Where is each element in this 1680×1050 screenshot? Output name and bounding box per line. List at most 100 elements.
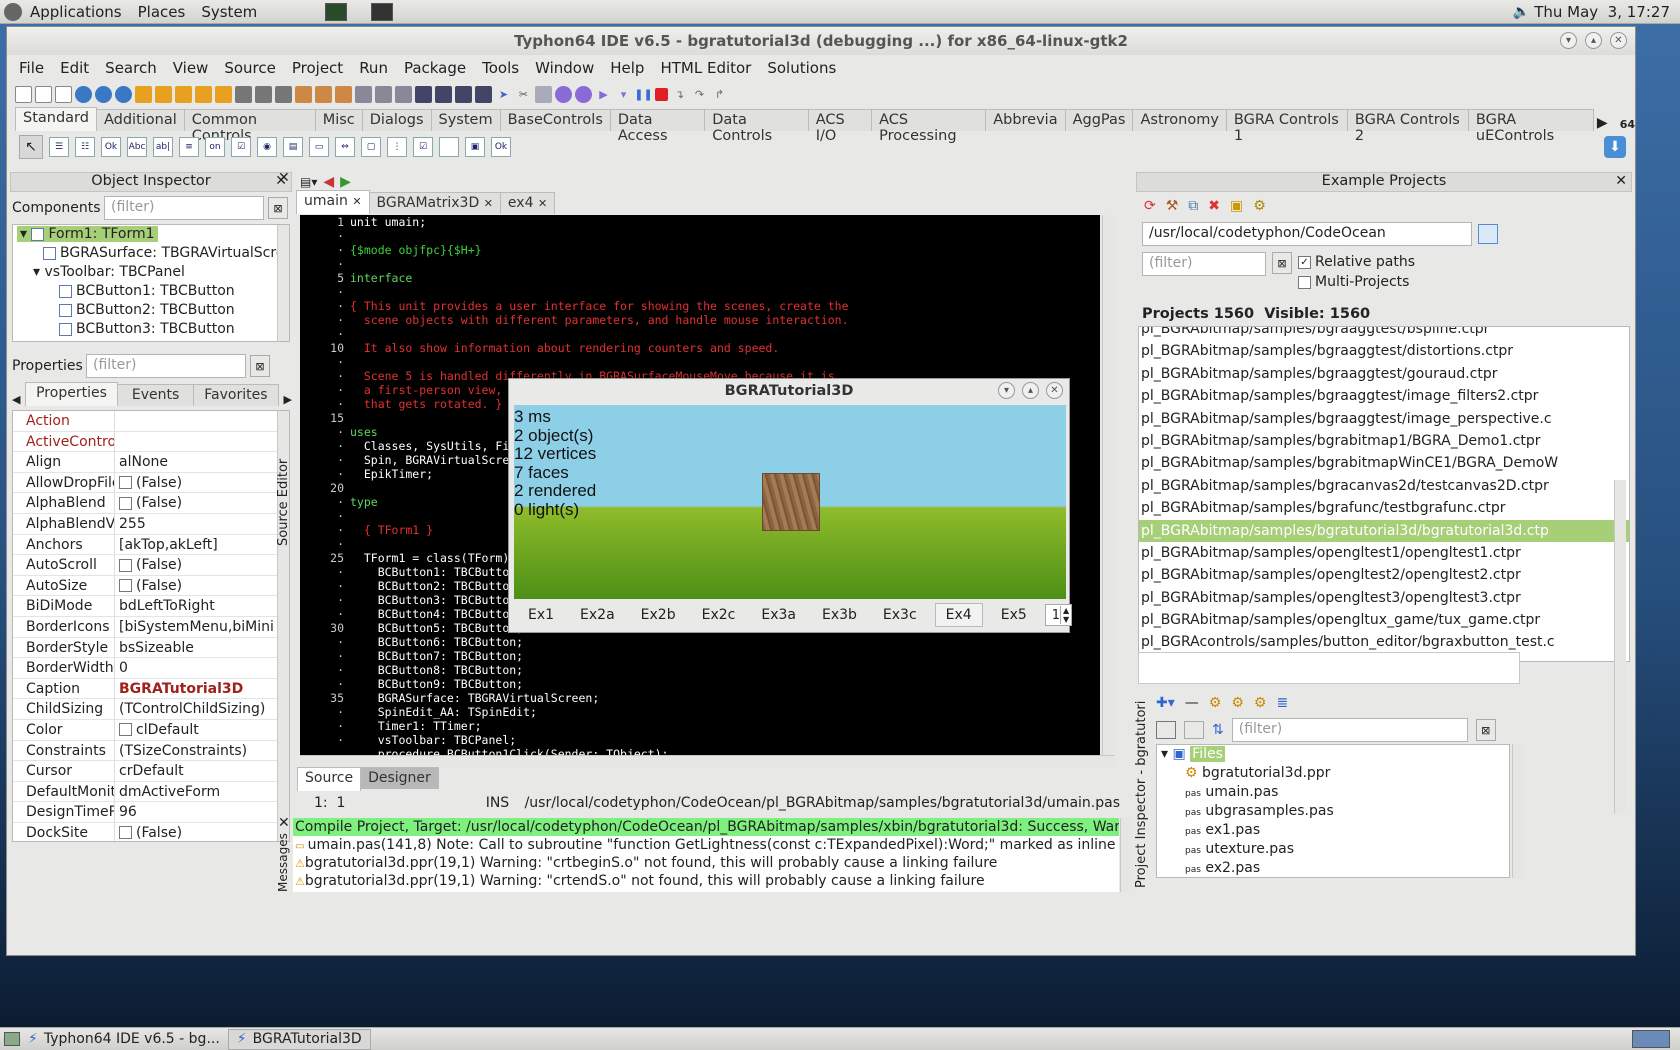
property-row[interactable]: Constraints (TSizeConstraints) [13,740,289,762]
clear-filter-icon[interactable]: ⊠ [1475,719,1496,741]
build-icon[interactable] [395,85,412,103]
system-monitor-icon[interactable] [325,2,348,21]
property-row[interactable]: AutoSize (False) [13,575,289,597]
menu-package[interactable]: Package [396,59,474,77]
menu-run[interactable]: Run [351,59,396,77]
ttogglebox-icon[interactable]: on [205,137,225,157]
close-icon[interactable]: ✕ [1615,173,1627,189]
close-button[interactable]: ✕ [1046,382,1063,399]
new-form-icon[interactable] [55,85,72,103]
minimize-button[interactable]: ▾ [1560,32,1577,49]
ex2c-button[interactable]: Ex2c [694,604,744,626]
terminal-icon[interactable] [371,2,394,21]
property-row[interactable]: AlphaBlendValue255 [13,513,289,535]
multi-projects-checkbox[interactable]: Multi-Projects [1298,272,1415,292]
menu-project[interactable]: Project [284,59,351,77]
tedit-icon[interactable]: ab| [153,137,173,157]
tree-node[interactable]: BCButton1: TBCButton [13,282,289,301]
ex3a-button[interactable]: Ex3a [753,604,804,626]
tab-abbrevia[interactable]: Abbrevia [985,109,1066,131]
close-file-icon[interactable] [275,85,292,103]
menu-html-editor[interactable]: HTML Editor [652,59,759,77]
remove-icon[interactable]: — [1185,695,1199,711]
system-menu[interactable]: System [193,3,265,21]
run-icon[interactable]: ▶ [595,86,612,103]
editor-menu-icon[interactable]: ▤▾ [300,175,317,189]
project-save-icon[interactable] [175,85,192,103]
file-item[interactable]: pas ex2.pas [1157,859,1509,877]
project-item[interactable]: pl_BGRAbitmap/samples/opengltest1/opengl… [1139,542,1629,564]
property-row[interactable]: Anchors [akTop,akLeft] [13,534,289,556]
property-value[interactable]: bsSizeable [115,638,194,658]
menu-source[interactable]: Source [216,59,284,77]
aa-spinedit[interactable]: 1 ▲ ▼ [1044,604,1073,626]
scroll-left-icon[interactable]: ◀ [12,393,25,406]
tgroupbox-icon[interactable]: ▢ [361,137,381,157]
ex3c-button[interactable]: Ex3c [875,604,925,626]
open-project-icon[interactable]: ⚒ [1166,198,1179,214]
project-item[interactable]: pl_BGRAbitmap/samples/bgrabitmap1/BGRA_D… [1139,430,1629,452]
save-all-icon[interactable] [255,85,272,103]
configure-icon[interactable] [475,85,492,103]
tab-misc[interactable]: Misc [314,109,363,131]
tab-events[interactable]: Events [116,384,195,406]
property-row[interactable]: BorderStyle bsSizeable [13,637,289,659]
project-item[interactable]: pl_BGRAbitmap/samples/bgraaggtest/image_… [1139,385,1629,407]
property-value[interactable]: (TSizeConstraints) [115,741,247,761]
tmemo-icon[interactable]: ≡ [179,137,199,157]
tframe-icon[interactable]: ▣ [465,137,485,157]
settings-icon[interactable]: ⚙ [1253,198,1266,214]
project-options-icon[interactable] [215,85,232,103]
close-button[interactable]: ✕ [1610,32,1627,49]
editor-icon[interactable] [535,85,552,103]
message-line[interactable]: ▭ umain.pas(141,8) Note: Call to subrout… [293,836,1119,854]
clear-filter-icon[interactable]: ⊠ [1272,252,1292,274]
tab-aggpas[interactable]: AggPas [1064,109,1134,131]
ex2a-button[interactable]: Ex2a [572,604,623,626]
ex2b-button[interactable]: Ex2b [633,604,684,626]
property-row[interactable]: BorderIcons [biSystemMenu,biMini [13,616,289,638]
tlabel-icon[interactable]: Abc [127,137,147,157]
property-value[interactable]: alNone [115,452,168,472]
editor-vscroll[interactable] [1102,215,1115,755]
tradiobutton-icon[interactable]: ◉ [257,137,277,157]
list-icon[interactable]: ≣ [1276,695,1288,711]
tab-bgra-controls-2[interactable]: BGRA Controls 2 [1346,109,1469,144]
tab-umain[interactable]: umain ✕ [296,190,370,214]
property-value[interactable]: 96 [115,802,137,822]
tmainmenu-icon[interactable]: ☰ [49,137,69,157]
project-item[interactable]: pl_BGRAbitmap/samples/bgrabitmapWinCE1/B… [1139,452,1629,474]
property-row[interactable]: AutoScroll (False) [13,555,289,576]
places-menu[interactable]: Places [130,3,194,21]
tab-astronomy[interactable]: Astronomy [1132,109,1227,131]
tab-system[interactable]: System [430,109,501,131]
message-line[interactable]: Compile Project, Target: /usr/local/code… [293,818,1119,836]
tbutton-icon[interactable]: Ok [101,137,121,157]
debug-options-icon[interactable] [575,85,592,103]
project-item[interactable]: pl_BGRAbitmap/samples/opengltest3/opengl… [1139,587,1629,609]
project-item[interactable]: pl_BGRAbitmap/samples/bgratutorial3d/bgr… [1139,519,1629,542]
compile-icon[interactable] [415,85,432,103]
project-open-icon[interactable] [155,85,172,103]
tree-node[interactable]: ▾ Form1: TForm1 [13,225,289,244]
menu-file[interactable]: File [11,59,52,77]
tactionlist-icon[interactable]: Ok [491,137,511,157]
projects-scrollbar[interactable] [1614,480,1626,814]
property-value[interactable]: crDefault [115,761,184,781]
tcombobox-icon[interactable]: ▭ [309,137,329,157]
tscrollbar-icon[interactable]: ⇔ [335,137,355,157]
project-item[interactable]: pl_BGRAbitmap/samples/bgraaggtest/gourau… [1139,363,1629,385]
volume-icon[interactable]: 🔈 [1513,4,1530,20]
palette-scroll-right-icon[interactable]: ▶ [1597,115,1608,131]
path-field[interactable]: /usr/local/codetyphon/CodeOcean [1142,222,1472,246]
tree-node[interactable]: BGRASurface: TBGRAVirtualScre [13,244,289,263]
project-item[interactable]: pl_BGRAbitmap/samples/bgracanvas2d/testc… [1139,475,1629,497]
menu-search[interactable]: Search [97,59,165,77]
property-value[interactable]: 255 [115,514,146,534]
new-file-icon[interactable] [15,85,32,103]
property-value[interactable]: (False) [115,493,182,513]
property-value[interactable]: (False) [115,823,182,841]
maximize-button[interactable]: ▴ [1022,382,1039,399]
debug-icon[interactable] [555,85,572,103]
property-value[interactable] [115,432,119,452]
